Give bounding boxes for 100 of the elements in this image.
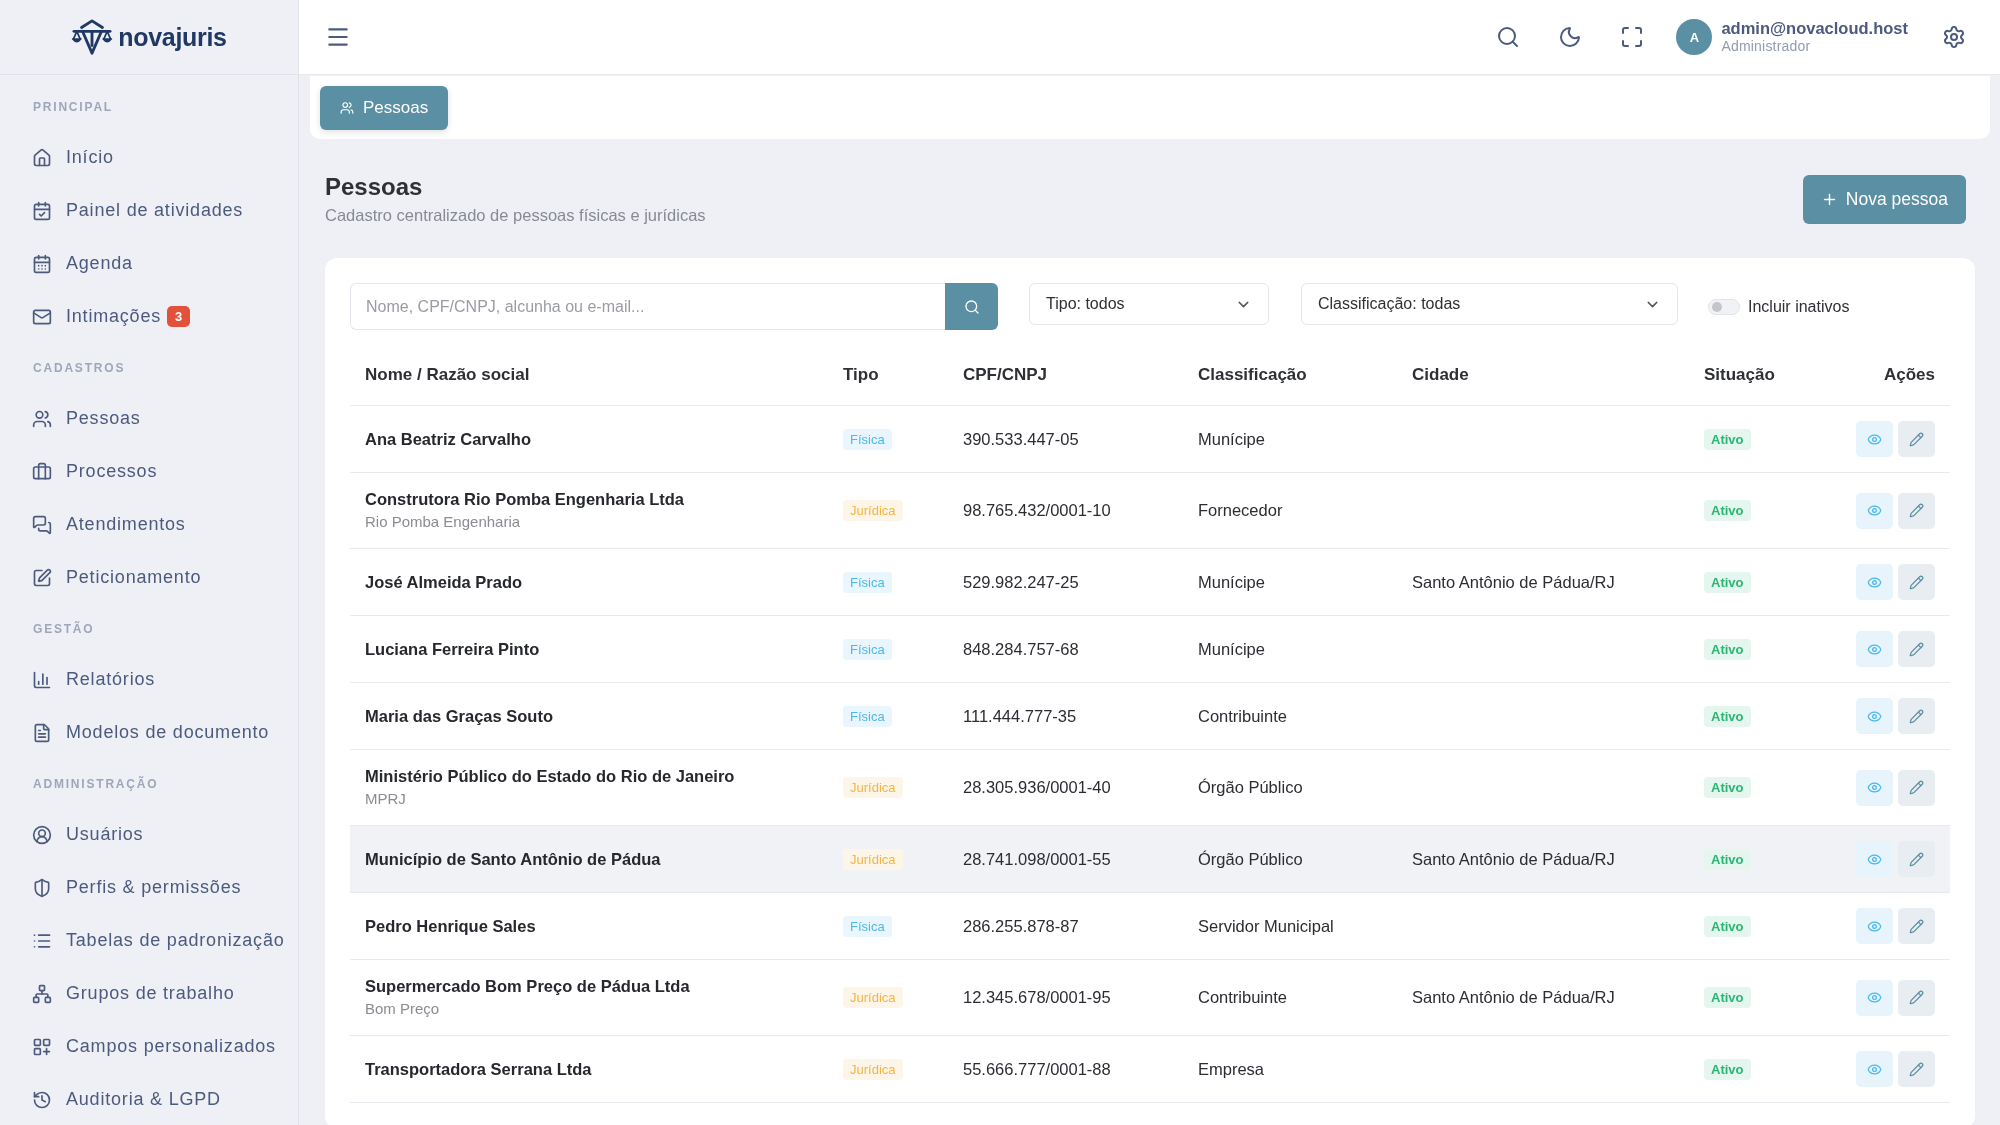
nav-item[interactable]: Auditoria & LGPD [0, 1073, 298, 1125]
settings-button[interactable] [1942, 25, 1966, 49]
eye-icon [1867, 503, 1882, 518]
eye-icon [1867, 708, 1882, 724]
nav-item[interactable]: Processos [0, 445, 298, 498]
document-number: 111.444.777-35 [963, 706, 1077, 726]
search-button[interactable] [1496, 25, 1521, 49]
toggle-label: Incluir inativos [1748, 297, 1850, 316]
nav-item[interactable]: Perfis & permissões [0, 861, 298, 914]
pencil-icon [1909, 431, 1924, 447]
edit-button[interactable] [1898, 841, 1935, 877]
edit-button[interactable] [1898, 698, 1935, 734]
person-alias: MPRJ [365, 789, 406, 809]
breadcrumb-tab[interactable]: Pessoas [320, 85, 449, 130]
classification-text: Órgão Público [1198, 778, 1303, 797]
nav-item[interactable]: Intimações 3 [0, 290, 298, 343]
edit-button[interactable] [1898, 1051, 1935, 1087]
classification-text: Contribuinte [1198, 988, 1287, 1007]
user-role: Administrador [1721, 38, 1812, 55]
filter-select[interactable]: Tipo: todos [1029, 283, 1269, 325]
nav-item[interactable]: Relatórios [0, 653, 298, 706]
pencil-square-icon [32, 567, 52, 588]
edit-button[interactable] [1898, 631, 1935, 667]
column-header: Ações [1882, 365, 1936, 385]
classification-text: Órgão Público [1198, 849, 1303, 869]
classification-text: Fornecedor [1198, 501, 1283, 520]
document-number: 529.982.247-25 [963, 572, 1079, 592]
column-header: Nome / Razão social [364, 365, 531, 385]
type-tag: Física [843, 638, 892, 660]
view-button[interactable] [1856, 492, 1893, 529]
nav-item[interactable]: Agenda [0, 237, 298, 290]
toggle-switch[interactable] [1708, 298, 1740, 315]
edit-button[interactable] [1898, 421, 1935, 457]
edit-button[interactable] [1898, 492, 1935, 529]
eye-icon [1867, 918, 1882, 934]
status-tag: Ativo [1704, 848, 1751, 870]
edit-button[interactable] [1898, 979, 1935, 1016]
nav-item[interactable]: Atendimentos [0, 498, 298, 551]
classification-text: Servidor Municipal [1198, 916, 1334, 936]
search-submit-button[interactable] [945, 283, 998, 330]
edit-button[interactable] [1898, 564, 1935, 600]
search-icon [963, 298, 980, 315]
view-button[interactable] [1856, 979, 1893, 1016]
nav-item[interactable]: Modelos de documento [0, 706, 298, 759]
eye-icon [1867, 431, 1882, 447]
view-button[interactable] [1856, 421, 1893, 457]
pencil-icon [1909, 918, 1924, 934]
nav-item[interactable]: Grupos de trabalho [0, 967, 298, 1020]
section-heading: ADMINISTRAÇÃO [32, 775, 160, 793]
document-number: 286.255.878-87 [963, 916, 1079, 936]
calendar-check-icon [32, 200, 52, 221]
nav-item[interactable]: Tabelas de padronização [0, 914, 298, 967]
document-number: 55.666.777/0001-88 [963, 1059, 1111, 1079]
nav-item[interactable]: Painel de atividades [0, 184, 298, 237]
pencil-icon [1909, 851, 1924, 867]
view-button[interactable] [1856, 908, 1893, 944]
new-person-button[interactable]: Nova pessoa [1802, 175, 1966, 224]
document-number: 390.533.447-05 [963, 429, 1079, 449]
section-heading: CADASTROS [32, 359, 127, 377]
nav-item[interactable]: Usuários [0, 808, 298, 861]
nav-item[interactable]: Início [0, 131, 298, 184]
page-title: Pessoas [325, 172, 424, 202]
eye-icon [1867, 1061, 1882, 1077]
edit-button[interactable] [1898, 769, 1935, 806]
search-field[interactable]: Nome, CPF/CNPJ, alcunha ou e-mail... [350, 283, 945, 330]
user-avatar[interactable]: A [1676, 19, 1713, 55]
edit-button[interactable] [1898, 908, 1935, 944]
view-button[interactable] [1856, 698, 1893, 734]
people-icon [340, 100, 354, 115]
fullscreen-button[interactable] [1620, 25, 1645, 49]
person-name: Transportadora Serrana Ltda [365, 1059, 592, 1080]
bar-chart-icon [32, 669, 52, 690]
theme-button[interactable] [1558, 25, 1583, 49]
document-number: 98.765.432/0001-10 [963, 501, 1111, 520]
nav-item[interactable]: Peticionamento [0, 551, 298, 604]
view-button[interactable] [1856, 1051, 1893, 1087]
person-name: Pedro Henrique Sales [365, 916, 536, 937]
user-circle-icon [32, 824, 52, 845]
person-name: Município de Santo Antônio de Pádua [365, 849, 661, 870]
view-button[interactable] [1856, 564, 1893, 600]
person-alias: Rio Pomba Engenharia [365, 512, 521, 532]
status-tag: Ativo [1704, 638, 1751, 660]
filter-select[interactable]: Classificação: todas [1301, 283, 1678, 325]
eye-icon [1867, 990, 1882, 1005]
nav-item[interactable]: Pessoas [0, 392, 298, 445]
user-email: admin@novacloud.host [1721, 19, 1908, 39]
person-name: Ministério Público do Estado do Rio de Janeiro [365, 766, 735, 787]
eye-icon [1867, 574, 1882, 590]
type-tag: Física [843, 571, 892, 593]
view-button[interactable] [1856, 769, 1893, 806]
document-number: 848.284.757-68 [963, 639, 1079, 659]
person-name: Ana Beatriz Carvalho [365, 429, 531, 450]
type-tag: Física [843, 915, 892, 937]
view-button[interactable] [1856, 631, 1893, 667]
chat-icon [32, 514, 52, 535]
house-icon [32, 147, 52, 168]
type-tag: Física [843, 428, 892, 450]
status-tag: Ativo [1704, 1058, 1751, 1080]
nav-item[interactable]: Campos personalizados [0, 1020, 298, 1073]
view-button[interactable] [1856, 841, 1893, 877]
